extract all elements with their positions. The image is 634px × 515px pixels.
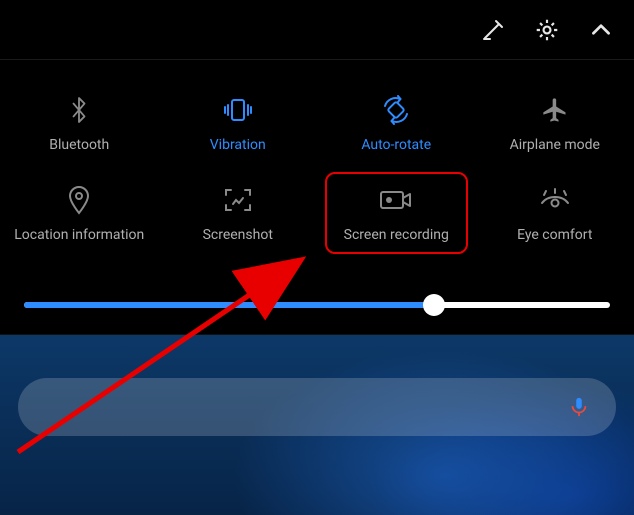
screen-recording-icon [379,183,413,217]
tile-label: Airplane mode [510,137,600,153]
airplane-icon [541,93,569,127]
brightness-row [0,280,634,335]
search-bar[interactable] [18,378,616,436]
wallpaper [0,316,634,515]
quick-settings-grid: Bluetooth Vibration Auto- [0,60,634,280]
tile-eye-comfort[interactable]: Eye comfort [476,168,634,258]
settings-icon [534,17,560,43]
tile-vibration[interactable]: Vibration [159,78,318,168]
tile-label: Screenshot [203,227,273,243]
tile-screenshot[interactable]: Screenshot [159,168,318,258]
brightness-slider[interactable] [24,302,610,308]
brightness-thumb[interactable] [423,294,445,316]
screenshot-icon [223,183,253,217]
edit-icon [481,18,505,42]
tile-label: Bluetooth [49,137,109,153]
tile-label: Eye comfort [517,227,592,243]
tile-auto-rotate[interactable]: Auto-rotate [317,78,476,168]
settings-button[interactable] [534,17,560,43]
mic-icon [568,396,590,418]
location-icon [67,183,91,217]
tile-airplane-mode[interactable]: Airplane mode [476,78,634,168]
tile-label: Vibration [210,137,266,153]
tile-bluetooth[interactable]: Bluetooth [0,78,159,168]
notification-panel: Bluetooth Vibration Auto- [0,0,634,335]
tile-label: Location information [14,227,144,243]
tile-label: Screen recording [344,227,449,243]
panel-topbar [0,0,634,60]
auto-rotate-icon [381,93,411,127]
expand-button[interactable] [588,17,614,43]
chevron-up-icon [588,17,614,43]
tile-screen-recording[interactable]: Screen recording [317,168,476,258]
eye-comfort-icon [538,183,572,217]
tile-label: Auto-rotate [361,137,431,153]
edit-button[interactable] [480,17,506,43]
tile-location[interactable]: Location information [0,168,159,258]
vibration-icon [221,93,255,127]
brightness-fill [24,302,434,308]
bluetooth-icon [68,93,90,127]
